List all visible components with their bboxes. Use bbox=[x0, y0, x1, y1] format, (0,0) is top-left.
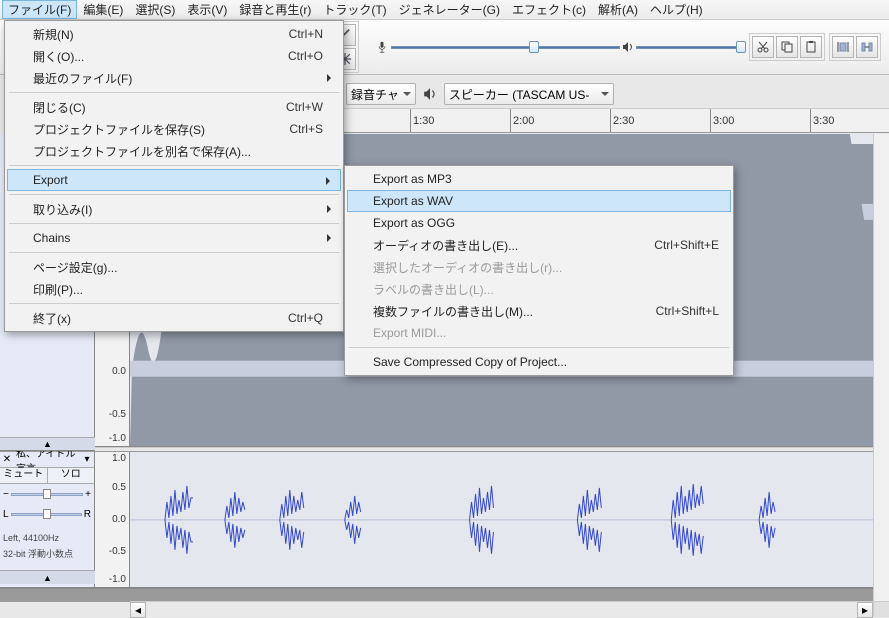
menu-item-export-midi: Export MIDI... bbox=[347, 322, 731, 344]
menu-item-export-mp3[interactable]: Export as MP3 bbox=[347, 168, 731, 190]
menu-item-print[interactable]: 印刷(P)... bbox=[7, 278, 341, 300]
track-close-button[interactable]: ✕ bbox=[0, 454, 14, 465]
scale-label: 1.0 bbox=[112, 453, 126, 464]
menu-separator bbox=[9, 252, 339, 253]
ruler-tick: 1:30 bbox=[410, 109, 434, 132]
track-row: ✕ 私、アイドル宣言 ▾ ミュート ソロ − + L R Left, 44100… bbox=[0, 452, 889, 588]
scrollbar-corner bbox=[873, 601, 889, 617]
scale-label: -1.0 bbox=[109, 574, 126, 585]
ruler-tick: 3:30 bbox=[810, 109, 834, 132]
ruler-tick: 3:00 bbox=[710, 109, 734, 132]
paste-button[interactable] bbox=[800, 36, 822, 58]
gain-slider[interactable]: − + bbox=[0, 484, 94, 504]
menu-file[interactable]: ファイル(F) bbox=[2, 0, 77, 19]
record-channels-combo[interactable]: 録音チャ bbox=[346, 83, 416, 105]
track-menu-button[interactable]: ▾ bbox=[80, 454, 94, 465]
menu-separator bbox=[9, 165, 339, 166]
scale-label: 0.0 bbox=[112, 366, 126, 377]
menu-item-import[interactable]: 取り込み(I) bbox=[7, 198, 341, 220]
ruler-tick: 2:30 bbox=[610, 109, 634, 132]
menu-effect[interactable]: エフェクト(c) bbox=[506, 0, 592, 19]
scale-label: -0.5 bbox=[109, 409, 126, 420]
menu-analyze[interactable]: 解析(A) bbox=[592, 0, 644, 19]
minus-icon: − bbox=[3, 489, 9, 500]
menu-item-export-audio[interactable]: オーディオの書き出し(E)...Ctrl+Shift+E bbox=[347, 234, 731, 256]
menu-item-export-ogg[interactable]: Export as OGG bbox=[347, 212, 731, 234]
menu-item-export[interactable]: Export bbox=[7, 169, 341, 191]
speaker-device-icon bbox=[420, 87, 440, 101]
pan-right-label: R bbox=[84, 509, 91, 520]
solo-button[interactable]: ソロ bbox=[48, 468, 95, 483]
menu-item-export-wav[interactable]: Export as WAV bbox=[347, 190, 731, 212]
ruler-tick: 2:00 bbox=[510, 109, 534, 132]
menu-item-export-multiple[interactable]: 複数ファイルの書き出し(M)...Ctrl+Shift+L bbox=[347, 300, 731, 322]
track-collapse-button[interactable]: ▲ bbox=[0, 437, 95, 451]
scale-label: 0.0 bbox=[112, 514, 126, 525]
silence-button[interactable] bbox=[856, 36, 878, 58]
menu-tracks[interactable]: トラック(T) bbox=[317, 0, 392, 19]
trim-button[interactable] bbox=[832, 36, 854, 58]
menu-separator bbox=[9, 303, 339, 304]
menu-item-new[interactable]: 新規(N)Ctrl+N bbox=[7, 23, 341, 45]
menu-item-save[interactable]: プロジェクトファイルを保存(S)Ctrl+S bbox=[7, 118, 341, 140]
menu-item-exit[interactable]: 終了(x)Ctrl+Q bbox=[7, 307, 341, 329]
mute-button[interactable]: ミュート bbox=[0, 468, 48, 483]
menu-item-chains[interactable]: Chains bbox=[7, 227, 341, 249]
vertical-scrollbar[interactable] bbox=[873, 134, 889, 601]
waveform-canvas[interactable] bbox=[130, 452, 889, 587]
recording-slider[interactable] bbox=[391, 37, 620, 57]
menu-view[interactable]: 表示(V) bbox=[181, 0, 233, 19]
trim-tool-group bbox=[829, 33, 881, 61]
menu-transport[interactable]: 録音と再生(r) bbox=[233, 0, 317, 19]
menu-item-export-labels: ラベルの書き出し(L)... bbox=[347, 278, 731, 300]
menu-help[interactable]: ヘルプ(H) bbox=[644, 0, 709, 19]
track-collapse-button[interactable]: ▲ bbox=[0, 570, 95, 584]
menu-separator bbox=[9, 92, 339, 93]
menu-item-recent[interactable]: 最近のファイル(F) bbox=[7, 67, 341, 89]
speaker-icon[interactable] bbox=[620, 36, 636, 58]
scale-label: 0.5 bbox=[112, 482, 126, 493]
menu-edit[interactable]: 編集(E) bbox=[77, 0, 129, 19]
plus-icon: + bbox=[85, 489, 91, 500]
scroll-left-button[interactable]: ◂ bbox=[130, 602, 146, 618]
menu-generate[interactable]: ジェネレーター(G) bbox=[393, 0, 506, 19]
track-head: ✕ 私、アイドル宣言 ▾ ミュート ソロ − + L R Left, 44100… bbox=[0, 452, 95, 587]
menu-item-close[interactable]: 閉じる(C)Ctrl+W bbox=[7, 96, 341, 118]
track-bitdepth-info: 32-bit 浮動小数点 bbox=[0, 546, 94, 562]
pan-left-label: L bbox=[3, 509, 9, 520]
menu-separator bbox=[9, 194, 339, 195]
menu-separator bbox=[9, 223, 339, 224]
playback-slider[interactable] bbox=[636, 37, 742, 57]
playback-device-combo[interactable]: スピーカー (TASCAM US- bbox=[444, 83, 614, 105]
export-submenu: Export as MP3 Export as WAV Export as OG… bbox=[344, 165, 734, 376]
menu-item-page-setup[interactable]: ページ設定(g)... bbox=[7, 256, 341, 278]
amplitude-scale: 1.0 0.5 0.0 -0.5 -1.0 bbox=[95, 452, 130, 587]
track-format-info: Left, 44100Hz bbox=[0, 530, 94, 546]
pan-slider[interactable]: L R bbox=[0, 504, 94, 524]
edit-tool-group bbox=[749, 33, 825, 61]
menubar: ファイル(F) 編集(E) 選択(S) 表示(V) 録音と再生(r) トラック(… bbox=[0, 0, 889, 20]
scale-label: -0.5 bbox=[109, 546, 126, 557]
file-menu-dropdown: 新規(N)Ctrl+N 開く(O)...Ctrl+O 最近のファイル(F) 閉じ… bbox=[4, 20, 344, 332]
device-toolbar: 録音チャ スピーカー (TASCAM US- bbox=[346, 82, 614, 106]
copy-button[interactable] bbox=[776, 36, 798, 58]
mic-icon[interactable] bbox=[374, 24, 392, 70]
menu-separator bbox=[349, 347, 729, 348]
scale-label: -1.0 bbox=[109, 433, 126, 444]
menu-item-save-compressed[interactable]: Save Compressed Copy of Project... bbox=[347, 351, 731, 373]
menu-item-save-as[interactable]: プロジェクトファイルを別名で保存(A)... bbox=[7, 140, 341, 162]
scroll-right-button[interactable]: ▸ bbox=[857, 602, 873, 618]
menu-item-export-selected: 選択したオーディオの書き出し(r)... bbox=[347, 256, 731, 278]
cut-button[interactable] bbox=[752, 36, 774, 58]
menu-select[interactable]: 選択(S) bbox=[129, 0, 181, 19]
menu-item-open[interactable]: 開く(O)...Ctrl+O bbox=[7, 45, 341, 67]
horizontal-scrollbar[interactable]: ◂ ▸ bbox=[130, 601, 873, 617]
